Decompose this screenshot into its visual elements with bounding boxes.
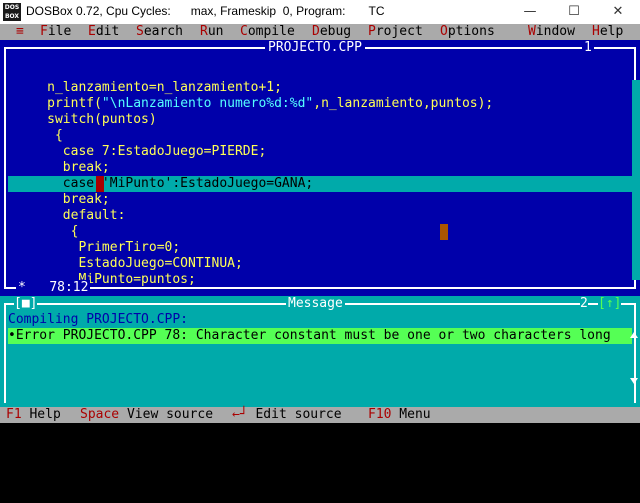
- maximize-icon[interactable]: ☐: [552, 0, 596, 24]
- status-help[interactable]: F1 Help: [6, 407, 61, 423]
- menu-edit[interactable]: Edit: [88, 24, 119, 40]
- scroll-up-icon: [630, 332, 638, 338]
- message-frame-left: [4, 303, 6, 403]
- menu-debug[interactable]: Debug: [312, 24, 351, 40]
- message-title: Message: [286, 296, 345, 312]
- menu-file[interactable]: File: [40, 24, 71, 40]
- editor-title: PROJECTO.CPP: [265, 40, 365, 56]
- editor-window[interactable]: PROJECTO.CPP 1 n_lanzamiento=n_lanzamien…: [0, 40, 640, 296]
- system-menu[interactable]: ≡: [16, 24, 24, 40]
- status-view-source[interactable]: Space View source: [80, 407, 213, 423]
- message-scrollbar[interactable]: [630, 328, 638, 388]
- error-message[interactable]: •Error PROJECTO.CPP 78: Character consta…: [8, 328, 632, 344]
- menu-search[interactable]: Search: [136, 24, 183, 40]
- menu-project[interactable]: Project: [368, 24, 423, 40]
- editor-window-number: 1: [582, 40, 594, 56]
- code-line[interactable]: {: [8, 128, 632, 144]
- status-menu[interactable]: F10 Menu: [368, 407, 431, 423]
- scroll-down-icon: [630, 378, 638, 384]
- menu-run[interactable]: Run: [200, 24, 223, 40]
- menu-bar: ≡ File Edit Search Run Compile Debug Pro…: [0, 24, 640, 40]
- minimize-icon[interactable]: —: [508, 0, 552, 24]
- dos-screen: ≡ File Edit Search Run Compile Debug Pro…: [0, 24, 640, 423]
- code-line[interactable]: EstadoJuego=CONTINUA;: [8, 256, 632, 272]
- code-line[interactable]: printf("\nLanzamiento numero%d:%d",n_lan…: [8, 96, 632, 112]
- menu-window[interactable]: Window: [528, 24, 575, 40]
- code-line[interactable]: n_lanzamiento=n_lanzamiento+1;: [8, 80, 632, 96]
- menu-compile[interactable]: Compile: [240, 24, 295, 40]
- text-cursor: [96, 176, 104, 192]
- code-line[interactable]: default:: [8, 208, 632, 224]
- cursor-position: * 78:12: [16, 280, 91, 296]
- menu-options[interactable]: Options: [440, 24, 495, 40]
- close-icon[interactable]: ✕: [596, 0, 640, 24]
- code-line[interactable]: break;: [8, 192, 632, 208]
- code-line[interactable]: {: [8, 224, 632, 240]
- compiling-message[interactable]: Compiling PROJECTO.CPP:: [8, 312, 632, 328]
- menu-help[interactable]: Help: [592, 24, 623, 40]
- window-title: DOSBox 0.72, Cpu Cycles: max, Frameskip …: [26, 4, 385, 18]
- status-bar: F1 Help Space View source ←┘ Edit source…: [0, 407, 640, 423]
- message-zoom-button[interactable]: [↑]: [598, 296, 622, 312]
- code-line[interactable]: PrimerTiro=0;: [8, 240, 632, 256]
- message-window-number: 2: [580, 296, 588, 312]
- dosbox-logo-icon: DOS BOX: [3, 3, 21, 21]
- code-line[interactable]: break;: [8, 160, 632, 176]
- mouse-cursor: [440, 224, 448, 240]
- window-titlebar: DOS BOX DOSBox 0.72, Cpu Cycles: max, Fr…: [0, 0, 640, 25]
- code-line[interactable]: case 7:EstadoJuego=PIERDE;: [8, 144, 632, 160]
- message-window[interactable]: [■] Message 2 [↑] Compiling PROJECTO.CPP…: [0, 296, 640, 407]
- status-edit-source[interactable]: ←┘ Edit source: [232, 407, 342, 423]
- message-close-button[interactable]: [■]: [14, 296, 38, 312]
- code-line[interactable]: switch(puntos): [8, 112, 632, 128]
- code-line[interactable]: MiPunto=puntos;: [8, 272, 568, 288]
- editor-frame-left: [4, 47, 6, 289]
- editor-scrollbar[interactable]: [632, 80, 640, 280]
